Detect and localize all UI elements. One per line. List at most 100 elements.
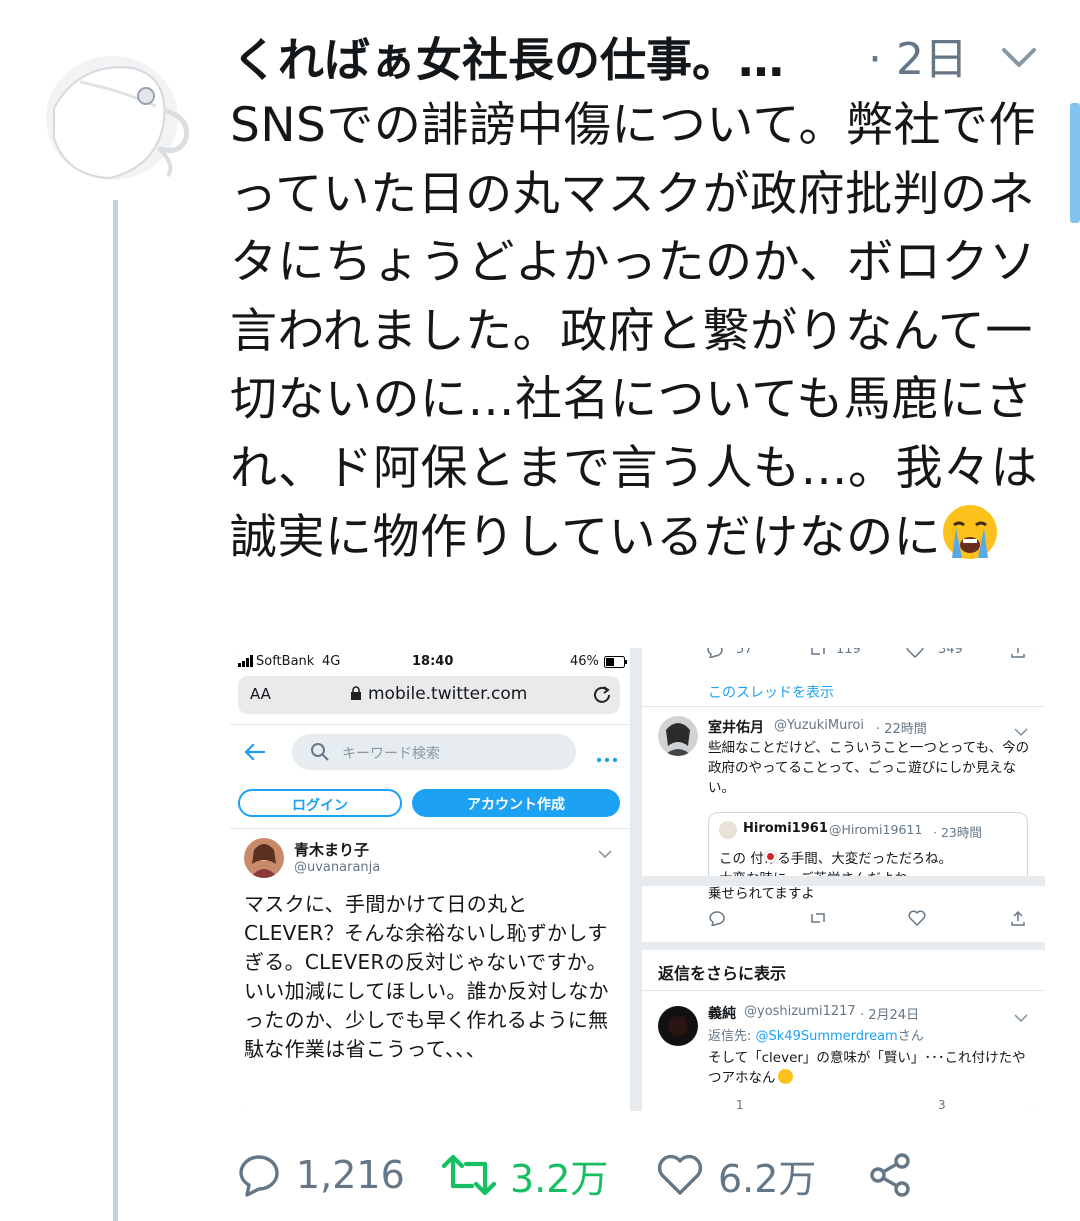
search-input[interactable]: キーワード検索	[292, 734, 576, 770]
network-type: 4G	[322, 654, 341, 669]
reply-text: 些細なことだけど、こういうこと一つとっても、今の政府のやってることって、ごっこ遊…	[708, 740, 1030, 796]
media-screenshot-right-bottom[interactable]: 乗せられてますよ 返信をさらに表示 義純 @yoshizumi1217 · 2月…	[642, 886, 1045, 1111]
retweet-button[interactable]: 3.2万	[441, 1140, 609, 1210]
tweet-text: マスクに、手間かけて日の丸とCLEVER？そんな余裕ないし恥ずかしすぎる。CLE…	[244, 892, 609, 1061]
media-screenshot-right-top[interactable]: 57 119 349 このスレッドを表示 室井佑月 @YuzukiMuroi ·…	[642, 648, 1045, 876]
scrollbar[interactable]	[1070, 103, 1080, 223]
tweet-author-handle[interactable]: @uvanaranja	[294, 860, 380, 875]
lock-icon	[350, 686, 362, 705]
replying-to-label: 返信先:	[708, 1029, 756, 1044]
like-count: 3	[938, 1098, 946, 1111]
tweet-text-content: SNSでの誹謗中傷について。弊社で作っていた日の丸マスクが政府批判のネタにちょう…	[230, 98, 1038, 565]
show-thread-link[interactable]: このスレッドを表示	[708, 682, 834, 702]
address-bar[interactable]: AA mobile.twitter.com	[238, 676, 620, 714]
chevron-down-icon[interactable]	[1000, 42, 1038, 72]
tweet-timestamp[interactable]: · 2日	[868, 28, 968, 92]
retweet-count: 3.2万	[510, 1156, 609, 1201]
like-button[interactable]: 6.2万	[656, 1140, 816, 1210]
thread-connector-line	[113, 200, 118, 1221]
reply-time[interactable]: · 22時間	[876, 718, 927, 737]
share-icon[interactable]	[1010, 648, 1026, 662]
quoted-tweet[interactable]: Hiromi1961 @Hiromi19611 · 23時間 この 付ける手間、…	[708, 812, 1028, 876]
url-text[interactable]: mobile.twitter.com	[368, 684, 527, 704]
replying-to-suffix: さん	[897, 1029, 924, 1044]
divider	[642, 706, 1045, 707]
avatar[interactable]	[244, 838, 284, 878]
retweet-icon[interactable]	[808, 648, 828, 662]
media-screenshot-left[interactable]: SoftBank 4G 18:40 46% AA mobile.twitter.…	[230, 648, 630, 1111]
reply-author-name[interactable]: 室井佑月	[708, 717, 764, 737]
battery-icon	[604, 656, 628, 672]
tweet-author-name[interactable]: 青木まり子	[294, 839, 369, 860]
reply-time[interactable]: · 2月24日	[860, 1004, 919, 1023]
share-button[interactable]	[866, 1140, 914, 1210]
tweet-text: SNSでの誹謗中傷について。弊社で作っていた日の丸マスクが政府批判のネタにちょう…	[230, 92, 1060, 573]
heart-icon	[656, 1152, 704, 1198]
anxious-face-icon	[777, 1069, 793, 1084]
login-label: ログイン	[292, 798, 348, 814]
replying-to: 返信先: @Sk49Summerdreamさん	[708, 1025, 1038, 1044]
back-arrow-icon[interactable]	[244, 743, 266, 765]
divider	[230, 828, 630, 829]
action-row-cut: 1 3	[642, 1096, 1045, 1111]
quote-author-name[interactable]: Hiromi1961	[743, 821, 828, 836]
reply-text-content: そして「clever」の意味が「賢い」･･･これ付けたやつアホなん	[708, 1050, 1026, 1086]
replying-to-handle[interactable]: @Sk49Summerdream	[756, 1029, 898, 1044]
action-row	[642, 908, 1045, 934]
cut-off-text: 乗せられてますよ	[708, 886, 815, 902]
quote-text: この 付ける手間、大変だっただろね。	[719, 851, 952, 867]
quote-author-handle[interactable]: @Hiromi19611	[829, 822, 922, 837]
login-button[interactable]: ログイン	[238, 789, 402, 817]
like-count: 6.2万	[718, 1156, 817, 1201]
japan-flag-icon	[765, 851, 776, 862]
carrier-name: SoftBank	[256, 654, 315, 669]
like-count: 349	[938, 648, 963, 657]
retweet-count: 119	[836, 648, 861, 657]
tweet-media[interactable]: SoftBank 4G 18:40 46% AA mobile.twitter.…	[230, 648, 1045, 1111]
reply-author-handle[interactable]: @YuzukiMuroi	[774, 718, 864, 733]
quote-time[interactable]: · 23時間	[933, 822, 982, 841]
reply-icon[interactable]	[706, 648, 724, 662]
avatar	[719, 821, 737, 839]
avatar[interactable]	[40, 38, 200, 188]
reload-icon[interactable]	[592, 685, 612, 709]
reply-author-name[interactable]: 義純	[708, 1003, 736, 1023]
avatar[interactable]	[658, 716, 698, 756]
more-icon[interactable]	[596, 748, 618, 767]
chevron-down-icon[interactable]	[598, 844, 612, 863]
action-counts-row: 57 119 349	[642, 648, 1045, 666]
retweet-icon	[441, 1152, 497, 1198]
reply-icon	[236, 1152, 282, 1198]
divider	[642, 990, 1045, 991]
share-icon	[866, 1151, 914, 1199]
reply-text: そして「clever」の意味が「賢い」･･･これ付けたやつアホなん	[708, 1048, 1030, 1088]
show-more-replies[interactable]: 返信をさらに表示	[658, 960, 786, 984]
retweet-icon[interactable]	[808, 910, 828, 930]
search-icon	[310, 742, 330, 766]
reply-icon[interactable]	[708, 910, 726, 930]
like-icon[interactable]	[908, 910, 926, 930]
avatar[interactable]	[658, 1006, 698, 1046]
like-icon[interactable]	[906, 648, 924, 662]
reader-text-size-button[interactable]: AA	[250, 685, 271, 703]
create-account-button[interactable]: アカウント作成	[412, 789, 620, 817]
status-time: 18:40	[412, 654, 454, 669]
reply-button[interactable]: 1,216	[236, 1140, 405, 1210]
tweet-header: くればぁ女社長の仕事。… · 2日	[232, 28, 1052, 98]
section-separator	[642, 942, 1045, 950]
search-placeholder: キーワード検索	[342, 746, 440, 762]
share-icon[interactable]	[1010, 910, 1026, 930]
reply-count: 1,216	[296, 1153, 405, 1197]
battery-percent: 46%	[570, 654, 599, 669]
reply-count: 57	[736, 648, 753, 657]
quote-text-continued: 大変な時に…ご苦労さんだよね	[719, 867, 908, 876]
status-bar: SoftBank 4G 18:40 46%	[236, 652, 628, 674]
reply-author-handle[interactable]: @yoshizumi1217	[744, 1004, 856, 1019]
signal-icon	[238, 655, 254, 671]
divider	[230, 724, 630, 725]
tweet-actions: 1,216 3.2万 6.2万	[230, 1140, 1050, 1210]
create-account-label: アカウント作成	[467, 797, 565, 813]
author-name[interactable]: くればぁ女社長の仕事。…	[232, 28, 784, 92]
reply-count: 1	[736, 1098, 744, 1111]
crying-face-icon	[941, 503, 999, 561]
